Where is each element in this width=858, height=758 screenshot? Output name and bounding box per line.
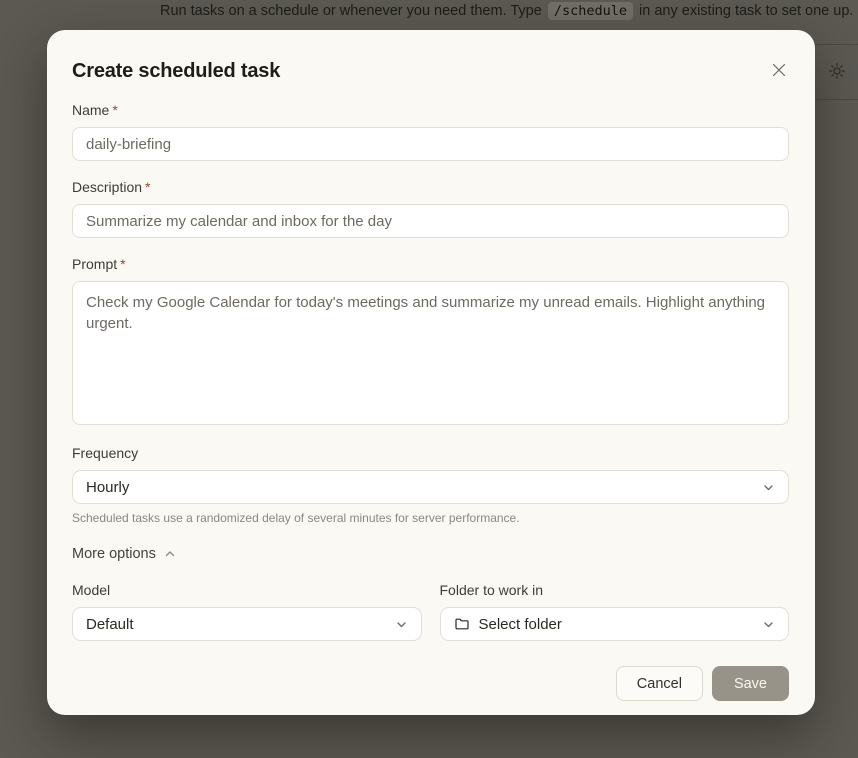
sun-icon <box>829 63 845 82</box>
model-label: Model <box>72 582 422 598</box>
required-asterisk: * <box>112 102 117 118</box>
create-scheduled-task-modal: Create scheduled task Name* Description*… <box>47 30 815 715</box>
model-selected-value: Default <box>86 616 134 633</box>
app-screen: Run tasks on a schedule or whenever you … <box>0 0 858 758</box>
frequency-field-group: Frequency Hourly Scheduled tasks use a r… <box>72 445 789 525</box>
cancel-button[interactable]: Cancel <box>616 666 703 701</box>
name-label: Name* <box>72 102 789 118</box>
background-panel <box>815 0 858 758</box>
prompt-field-group: Prompt* Check my Google Calendar for tod… <box>72 256 789 425</box>
model-select[interactable]: Default <box>72 607 422 641</box>
background-topbar <box>815 44 858 100</box>
required-asterisk: * <box>120 256 125 272</box>
prompt-label: Prompt* <box>72 256 789 272</box>
close-icon <box>771 66 787 81</box>
chevron-down-icon <box>762 618 775 631</box>
folder-icon <box>454 616 470 632</box>
schedule-hint-banner: Run tasks on a schedule or whenever you … <box>160 1 853 21</box>
more-options-toggle[interactable]: More options <box>72 546 177 562</box>
chevron-down-icon <box>395 618 408 631</box>
folder-field-group: Folder to work in Select folder <box>440 582 790 641</box>
frequency-helper-text: Scheduled tasks use a randomized delay o… <box>72 511 789 525</box>
banner-text-before: Run tasks on a schedule or whenever you … <box>160 3 546 19</box>
description-label: Description* <box>72 179 789 195</box>
modal-title: Create scheduled task <box>72 52 280 83</box>
frequency-selected-value: Hourly <box>86 479 129 496</box>
folder-selected-value: Select folder <box>479 616 562 633</box>
frequency-select[interactable]: Hourly <box>72 470 789 504</box>
description-input[interactable] <box>72 204 789 238</box>
schedule-command-chip: /schedule <box>548 2 633 20</box>
close-button[interactable] <box>765 56 793 84</box>
folder-label: Folder to work in <box>440 582 790 598</box>
frequency-label: Frequency <box>72 445 789 461</box>
model-field-group: Model Default <box>72 582 422 641</box>
save-button[interactable]: Save <box>712 666 789 701</box>
chevron-up-icon <box>163 547 177 561</box>
theme-toggle-button[interactable] <box>822 57 852 87</box>
name-field-group: Name* <box>72 102 789 161</box>
name-input[interactable] <box>72 127 789 161</box>
folder-select[interactable]: Select folder <box>440 607 790 641</box>
prompt-textarea[interactable]: Check my Google Calendar for today's mee… <box>72 281 789 425</box>
chevron-down-icon <box>762 481 775 494</box>
description-field-group: Description* <box>72 179 789 238</box>
required-asterisk: * <box>145 179 150 195</box>
more-options-label: More options <box>72 546 156 562</box>
